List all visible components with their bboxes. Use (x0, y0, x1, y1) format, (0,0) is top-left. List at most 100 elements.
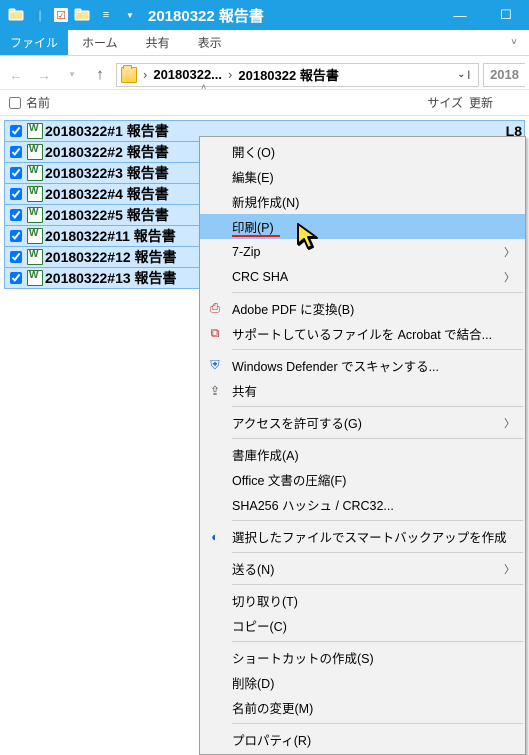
word-doc-icon (27, 270, 43, 286)
file-name: 20180322#13 報告書 (45, 268, 177, 288)
menu-delete[interactable]: 削除(D) (200, 670, 525, 695)
menu-separator (232, 520, 523, 521)
menu-edit[interactable]: 編集(E) (200, 164, 525, 189)
window-controls: — ☐ (437, 0, 529, 30)
word-doc-icon (27, 249, 43, 265)
menu-sha256[interactable]: SHA256 ハッシュ / CRC32... (200, 492, 525, 517)
tab-share[interactable]: 共有 (132, 30, 184, 55)
menu-open[interactable]: 開く(O) (200, 139, 525, 164)
menu-archive[interactable]: 書庫作成(A) (200, 442, 525, 467)
nav-forward-button[interactable]: → (32, 63, 56, 87)
menu-cut[interactable]: 切り取り(T) (200, 588, 525, 613)
breadcrumb-chevron-icon[interactable]: › (141, 67, 149, 82)
menu-separator (232, 406, 523, 407)
menu-access[interactable]: アクセスを許可する(G)〉 (200, 410, 525, 435)
menu-copy[interactable]: コピー(C) (200, 613, 525, 638)
breadcrumb-item[interactable]: 20180322 報告書 (238, 65, 338, 84)
nav-back-button[interactable]: ← (4, 63, 28, 87)
row-checkbox[interactable] (10, 272, 22, 284)
folder-icon (6, 5, 26, 25)
menu-separator (232, 584, 523, 585)
menu-7zip[interactable]: 7-Zip〉 (200, 239, 525, 264)
word-doc-icon (27, 165, 43, 181)
annotation-cursor-icon (296, 222, 322, 255)
menu-print[interactable]: 印刷(P) (200, 214, 525, 239)
highlight-underline (232, 235, 280, 237)
address-bar[interactable]: › 20180322... › 20180322 報告書 ⌄ | (116, 63, 479, 87)
window-title: 20180322 報告書 (148, 5, 264, 26)
title-bar: | ☑ ≡ ▼ 20180322 報告書 — ☐ (0, 0, 529, 30)
minimize-button[interactable]: — (437, 0, 483, 30)
menu-smartbackup[interactable]: ◐選択したファイルでスマートバックアップを作成 (200, 524, 525, 549)
word-doc-icon (27, 123, 43, 139)
ribbon-collapse-icon[interactable]: ˅ (499, 30, 529, 55)
backup-icon: ◐ (206, 528, 224, 546)
breadcrumb-item[interactable]: 20180322... (153, 67, 222, 82)
file-name: 20180322#5 報告書 (45, 205, 169, 225)
pdf-icon: ⎙ (206, 300, 224, 318)
menu-sendto[interactable]: 送る(N)〉 (200, 556, 525, 581)
menu-new[interactable]: 新規作成(N) (200, 189, 525, 214)
file-name: 20180322#2 報告書 (45, 142, 169, 162)
menu-separator (232, 552, 523, 553)
file-name: 20180322#1 報告書 (45, 121, 169, 141)
word-doc-icon (27, 186, 43, 202)
ribbon-tabs: ファイル ホーム 共有 表示 ˅ (0, 30, 529, 56)
submenu-arrow-icon: 〉 (504, 244, 515, 260)
tab-file[interactable]: ファイル (0, 30, 68, 55)
column-date[interactable]: 更新 (463, 94, 523, 111)
nav-history-dropdown[interactable]: ▾ (60, 63, 84, 87)
column-size[interactable]: サイズ (403, 94, 463, 111)
address-dropdown-icon[interactable]: ⌄ | (458, 69, 475, 80)
row-checkbox[interactable] (10, 209, 22, 221)
file-name: 20180322#3 報告書 (45, 163, 169, 183)
navigation-bar: ← → ▾ ↑ › 20180322... › 20180322 報告書 ⌄ |… (0, 60, 529, 90)
maximize-button[interactable]: ☐ (483, 0, 529, 30)
column-headers: 名前 サイズ 更新 (0, 90, 529, 116)
row-checkbox[interactable] (10, 146, 22, 158)
menu-properties[interactable]: プロパティ(R) (200, 727, 525, 752)
context-menu: 開く(O) 編集(E) 新規作成(N) 印刷(P) 7-Zip〉 CRC SHA… (199, 136, 526, 755)
menu-acrobat-combine[interactable]: ⧉サポートしているファイルを Acrobat で結合... (200, 321, 525, 346)
sort-indicator-icon: ˄ (201, 82, 206, 92)
submenu-arrow-icon: 〉 (504, 269, 515, 285)
column-name[interactable]: 名前 (24, 94, 403, 111)
shield-icon: ⛨ (206, 357, 224, 375)
menu-separator (232, 438, 523, 439)
qat-separator: | (30, 5, 50, 25)
menu-share[interactable]: ⇪共有 (200, 378, 525, 403)
qat-folder-icon[interactable] (72, 5, 92, 25)
search-input[interactable]: 2018 (483, 63, 525, 87)
row-checkbox[interactable] (10, 167, 22, 179)
word-doc-icon (27, 207, 43, 223)
menu-defender[interactable]: ⛨Windows Defender でスキャンする... (200, 353, 525, 378)
row-checkbox[interactable] (10, 251, 22, 263)
row-checkbox[interactable] (10, 188, 22, 200)
menu-rename[interactable]: 名前の変更(M) (200, 695, 525, 720)
address-folder-icon (121, 67, 137, 83)
tab-home[interactable]: ホーム (68, 30, 132, 55)
menu-shortcut[interactable]: ショートカットの作成(S) (200, 645, 525, 670)
menu-separator (232, 641, 523, 642)
menu-separator (232, 723, 523, 724)
select-all-checkbox[interactable] (9, 97, 21, 109)
submenu-arrow-icon: 〉 (504, 561, 515, 577)
file-name: 20180322#4 報告書 (45, 184, 169, 204)
menu-separator (232, 292, 523, 293)
breadcrumb-chevron-icon[interactable]: › (226, 67, 234, 82)
qat-dropdown-icon[interactable]: ▼ (120, 5, 140, 25)
quick-access-toolbar: | ☑ ≡ ▼ (0, 5, 140, 25)
nav-up-button[interactable]: ↑ (88, 63, 112, 87)
row-checkbox[interactable] (10, 230, 22, 242)
tab-view[interactable]: 表示 (184, 30, 236, 55)
file-name: 20180322#11 報告書 (45, 226, 176, 246)
word-doc-icon (27, 228, 43, 244)
row-checkbox[interactable] (10, 125, 22, 137)
qat-properties-icon[interactable]: ☑ (54, 8, 68, 22)
menu-office-compress[interactable]: Office 文書の圧縮(F) (200, 467, 525, 492)
share-icon: ⇪ (206, 382, 224, 400)
submenu-arrow-icon: 〉 (504, 415, 515, 431)
qat-equal-icon[interactable]: ≡ (96, 5, 116, 25)
menu-crcsha[interactable]: CRC SHA〉 (200, 264, 525, 289)
menu-adobe-pdf[interactable]: ⎙Adobe PDF に変換(B) (200, 296, 525, 321)
